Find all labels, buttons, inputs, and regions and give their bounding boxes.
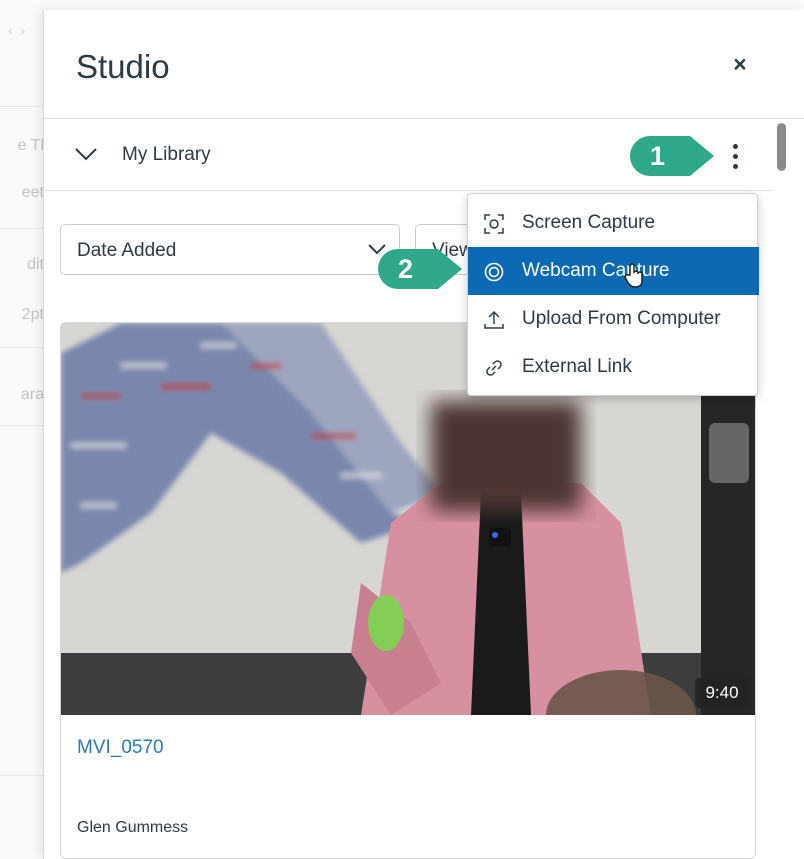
sort-select[interactable]: Date Added (60, 224, 400, 275)
menu-item-label: Webcam Capture (522, 260, 670, 281)
background-text-fragment: dit (27, 256, 44, 273)
callout-1: 1 (630, 134, 716, 178)
menu-item-label: External Link (522, 356, 632, 377)
background-text-fragment: e Tl (17, 137, 44, 154)
panel-header: Studio × (44, 10, 804, 119)
background-divider (0, 775, 44, 776)
callout-arrow-shape (378, 249, 462, 289)
background-nav-arrows: ‹ › (8, 22, 28, 38)
webcam-icon (484, 262, 504, 282)
menu-item-external-link[interactable]: External Link (468, 343, 759, 391)
menu-item-webcam-capture[interactable]: Webcam Capture (468, 247, 759, 295)
panel-title: Studio (76, 48, 170, 85)
media-card[interactable]: 9:40 MVI_0570 Glen Gummess (60, 322, 756, 859)
background-divider (0, 425, 44, 426)
menu-item-screen-capture[interactable]: Screen Capture (468, 199, 759, 247)
menu-item-label: Screen Capture (522, 212, 656, 233)
background-text-fragment: eet (21, 184, 44, 201)
callout-number: 2 (398, 254, 414, 284)
background-divider (0, 106, 44, 107)
media-title-link[interactable]: MVI_0570 (77, 737, 164, 759)
library-title: My Library (122, 144, 211, 165)
upload-icon (484, 310, 504, 329)
add-media-menu: Screen Capture Webcam Capture Upload Fro… (467, 193, 759, 396)
kebab-icon[interactable] (725, 142, 745, 172)
background-divider (0, 347, 44, 348)
close-button[interactable]: × (728, 52, 752, 76)
background-divider (0, 228, 44, 229)
background-text-fragment: 2pt (21, 306, 44, 323)
background-text-fragment: ara (20, 386, 44, 403)
callout-number: 1 (650, 141, 666, 171)
menu-item-upload-from-computer[interactable]: Upload From Computer (468, 295, 759, 343)
hand-cursor-icon (624, 263, 643, 288)
sort-select-value: Date Added (77, 240, 177, 261)
chevron-down-icon[interactable] (74, 144, 98, 164)
scrollbar-thumb[interactable] (777, 123, 786, 171)
scrollbar[interactable] (774, 120, 804, 859)
callout-arrow-shape (630, 136, 714, 176)
menu-item-label: Upload From Computer (522, 308, 721, 329)
video-duration: 9:40 (695, 678, 749, 708)
callout-2: 2 (378, 247, 464, 291)
media-owner: Glen Gummess (77, 819, 189, 836)
link-icon (486, 360, 502, 376)
screen-capture-icon (484, 214, 504, 234)
